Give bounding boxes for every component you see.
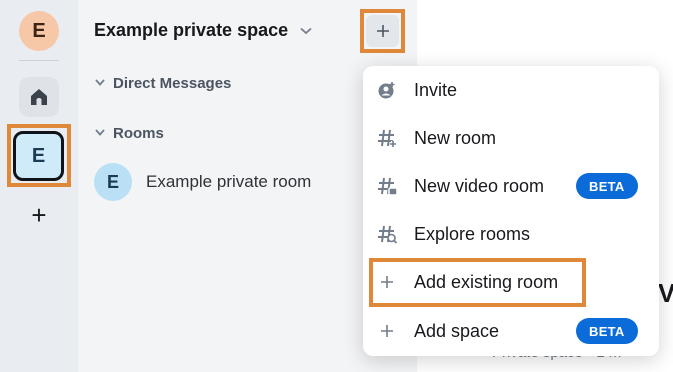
- menu-item-label: Explore rooms: [414, 223, 531, 244]
- explore-hash-icon: [376, 223, 398, 245]
- home-icon: [31, 89, 47, 105]
- menu-item-invite[interactable]: Invite: [363, 68, 659, 112]
- space-avatar-button[interactable]: E: [13, 131, 64, 181]
- room-list-item[interactable]: E Example private room: [94, 163, 311, 201]
- menu-item-explore-rooms[interactable]: Explore rooms: [363, 212, 659, 256]
- section-label: Rooms: [113, 125, 164, 142]
- plus-icon: [376, 320, 398, 342]
- beta-badge: BETA: [576, 173, 638, 199]
- beta-badge: BETA: [576, 318, 638, 344]
- plus-icon: [376, 25, 389, 37]
- space-avatar-initial: E: [31, 144, 46, 167]
- chevron-down-icon: [95, 128, 105, 139]
- invite-icon: [376, 79, 398, 101]
- rail-divider: [19, 60, 59, 61]
- space-title: Example private space: [94, 20, 289, 40]
- hash-plus-icon: [376, 127, 398, 149]
- space-add-button[interactable]: [366, 15, 399, 47]
- menu-item-new-room[interactable]: New room: [363, 116, 659, 160]
- chevron-down-icon: [298, 23, 314, 39]
- menu-item-new-video-room[interactable]: New video room BETA: [363, 164, 659, 208]
- video-hash-icon: [376, 175, 398, 197]
- space-title-button[interactable]: Example private space: [94, 20, 314, 41]
- room-avatar-initial: E: [106, 171, 119, 192]
- menu-item-label: New room: [414, 127, 497, 148]
- create-space-button[interactable]: +: [24, 200, 54, 230]
- room-avatar: E: [94, 163, 132, 201]
- plus-icon: +: [31, 199, 47, 230]
- menu-item-label: Invite: [414, 79, 458, 100]
- user-avatar[interactable]: E: [19, 11, 59, 51]
- section-label: Direct Messages: [113, 75, 232, 92]
- background-heading: V: [658, 278, 673, 308]
- menu-item-add-space[interactable]: Add space BETA: [363, 309, 659, 353]
- room-name: Example private room: [146, 172, 312, 191]
- chevron-down-icon: [95, 78, 105, 89]
- section-rooms[interactable]: Rooms: [95, 125, 164, 142]
- space-rail: E E +: [0, 0, 78, 372]
- menu-item-label: New video room: [414, 175, 545, 196]
- user-avatar-initial: E: [32, 19, 46, 42]
- plus-icon: [376, 271, 398, 293]
- menu-item-label: Add space: [414, 320, 500, 341]
- space-add-context-menu: Invite New room New video room BETA Expl…: [363, 66, 659, 356]
- section-direct-messages[interactable]: Direct Messages: [95, 75, 231, 92]
- menu-item-label: Add existing room: [414, 271, 559, 292]
- menu-item-add-existing-room[interactable]: Add existing room: [363, 260, 659, 304]
- home-button[interactable]: [19, 77, 59, 117]
